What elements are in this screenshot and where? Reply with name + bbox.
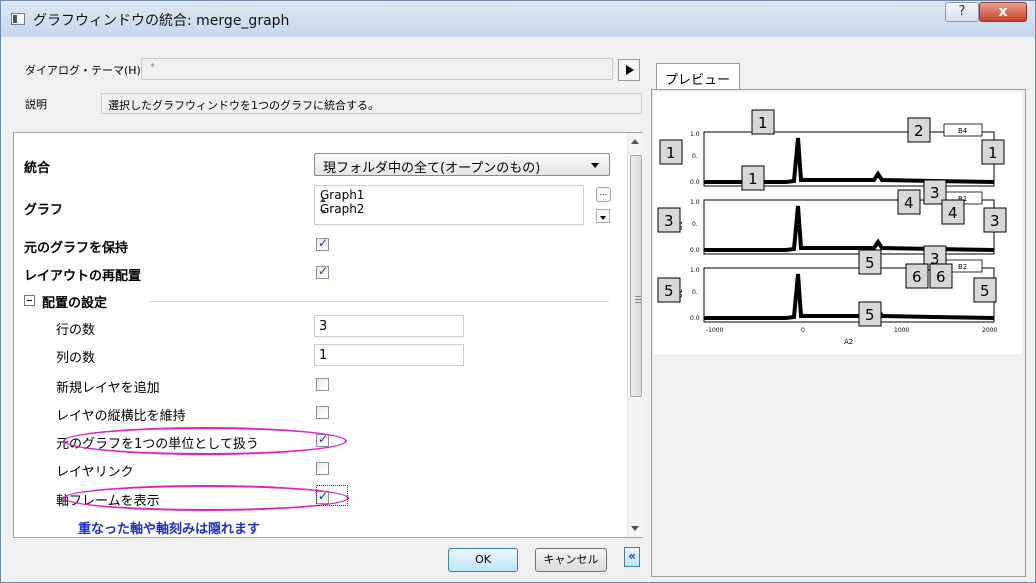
collapse-group-icon[interactable] bbox=[24, 295, 35, 306]
window-title: グラフウィンドウの統合: merge_graph bbox=[33, 13, 290, 29]
layer-marker-label: 5 bbox=[865, 254, 875, 272]
tick-label: 0 bbox=[801, 327, 805, 334]
preview-graph: B41.00.0.0B4B11.00.0.0B1B21.00.0.0B2-100… bbox=[654, 92, 1022, 354]
keep-source-label: 元のグラフを保持 bbox=[24, 241, 129, 256]
ok-button[interactable]: OK bbox=[448, 548, 518, 572]
settings-scrollbar[interactable] bbox=[627, 133, 643, 537]
layer-marker-label: 1 bbox=[666, 144, 676, 162]
frame-note: 重なった軸や軸刻みは隠れます bbox=[78, 522, 261, 537]
tab-preview-label: プレビュー bbox=[665, 73, 731, 88]
layer-marker-label: 1 bbox=[748, 170, 758, 188]
graphs-dropdown-button[interactable] bbox=[596, 209, 610, 223]
layer-marker-label: 3 bbox=[664, 212, 674, 230]
layer-marker-label: 5 bbox=[664, 282, 674, 300]
cols-label: 列の数 bbox=[56, 351, 96, 366]
description-label: 説明 bbox=[25, 98, 47, 111]
theme-menu-button[interactable] bbox=[618, 59, 640, 81]
dialog-window: グラフウィンドウの統合: merge_graph ? x ダイアログ・テーマ(H… bbox=[0, 0, 1036, 583]
merge-dropdown[interactable]: 現フォルダ中の全て(オープンのもの) bbox=[314, 153, 610, 176]
scroll-down-icon[interactable] bbox=[320, 210, 326, 214]
add-layer-label: 新規レイヤを追加 bbox=[56, 381, 160, 396]
browse-graphs-button[interactable]: ... bbox=[596, 187, 611, 202]
tick-label: 0.0 bbox=[690, 247, 700, 254]
layer-marker-label: 2 bbox=[914, 122, 924, 140]
layer-marker-label: 6 bbox=[912, 268, 922, 286]
merge-value: 現フォルダ中の全て(オープンのもの) bbox=[323, 161, 541, 176]
arrangement-group-label: 配置の設定 bbox=[42, 296, 108, 311]
layer-marker-label: 1 bbox=[758, 114, 768, 132]
layer-marker-label: 4 bbox=[948, 204, 958, 222]
layer-marker-label: 3 bbox=[930, 184, 940, 202]
rows-value: 3 bbox=[319, 319, 328, 334]
highlight-ellipse bbox=[63, 485, 349, 511]
legend-label: B4 bbox=[958, 127, 968, 135]
description-field: 選択したグラフウィンドウを1つのグラフに統合する。 bbox=[101, 93, 642, 114]
tick-label: 2000 bbox=[982, 327, 997, 334]
app-icon bbox=[11, 13, 25, 25]
list-item[interactable]: Graph1 bbox=[320, 188, 364, 202]
keep-source-checkbox[interactable] bbox=[316, 236, 329, 251]
scroll-up-icon[interactable] bbox=[320, 198, 326, 202]
help-button[interactable]: ? bbox=[945, 2, 979, 22]
layer-marker-label: 5 bbox=[980, 282, 990, 300]
legend-label: B2 bbox=[958, 263, 967, 271]
tick-label: 0.0 bbox=[690, 315, 700, 322]
cancel-button[interactable]: キャンセル bbox=[535, 548, 607, 572]
scrollbar-thumb[interactable] bbox=[630, 155, 642, 397]
group-divider bbox=[149, 301, 609, 302]
chevron-down-icon bbox=[591, 163, 599, 168]
theme-field[interactable]: * bbox=[141, 58, 613, 80]
rows-input[interactable]: 3 bbox=[314, 315, 464, 337]
scroll-up-icon[interactable] bbox=[631, 139, 639, 144]
rearrange-checkbox[interactable] bbox=[316, 264, 329, 279]
tick-label: 0. bbox=[692, 221, 698, 228]
theme-label: ダイアログ・テーマ(H) bbox=[25, 64, 141, 77]
tab-preview[interactable]: プレビュー bbox=[656, 63, 740, 89]
grip-icon bbox=[635, 296, 641, 303]
graphs-listbox[interactable]: Graph1 Graph2 bbox=[314, 185, 584, 225]
add-layer-checkbox[interactable] bbox=[316, 378, 329, 391]
close-button[interactable]: x bbox=[979, 2, 1027, 22]
preview-pane: B41.00.0.0B4B11.00.0.0B1B21.00.0.0B2-100… bbox=[651, 89, 1026, 577]
title-bar: グラフウィンドウの統合: merge_graph ? x bbox=[1, 1, 1035, 37]
cols-value: 1 bbox=[319, 348, 328, 363]
tick-label: 1.0 bbox=[690, 131, 700, 138]
layer-link-checkbox[interactable] bbox=[316, 462, 329, 475]
layer-marker-label: 3 bbox=[990, 212, 1000, 230]
axis-label: A2 bbox=[844, 338, 853, 346]
tick-label: 0. bbox=[692, 153, 698, 160]
keep-ratio-label: レイヤの縦横比を維持 bbox=[56, 409, 186, 424]
highlight-ellipse bbox=[63, 427, 347, 455]
graphs-label: グラフ bbox=[24, 203, 64, 218]
keep-ratio-checkbox[interactable] bbox=[316, 406, 329, 419]
layer-marker-label: 5 bbox=[865, 306, 875, 324]
layer-marker-label: 4 bbox=[904, 194, 914, 212]
description-value: 選択したグラフウィンドウを1つのグラフに統合する。 bbox=[108, 99, 379, 112]
tick-label: 1000 bbox=[894, 327, 909, 334]
rearrange-label: レイアウトの再配置 bbox=[24, 269, 142, 284]
tick-label: -1000 bbox=[706, 327, 724, 334]
layer-marker-label: 1 bbox=[988, 144, 998, 162]
tick-label: 1.0 bbox=[690, 267, 700, 274]
tick-label: 0.0 bbox=[690, 179, 700, 186]
rows-label: 行の数 bbox=[56, 323, 96, 338]
tick-label: 1.0 bbox=[690, 199, 700, 206]
merge-label: 統合 bbox=[24, 161, 51, 176]
tick-label: 0. bbox=[692, 289, 698, 296]
cols-input[interactable]: 1 bbox=[314, 344, 464, 366]
list-item[interactable]: Graph2 bbox=[320, 202, 364, 216]
layer-marker-label: 6 bbox=[936, 268, 946, 286]
scroll-down-icon[interactable] bbox=[631, 526, 639, 531]
settings-panel: 統合 現フォルダ中の全て(オープンのもの) グラフ Graph1 Graph2 … bbox=[13, 132, 643, 538]
theme-value: * bbox=[150, 62, 155, 73]
collapse-preview-button[interactable]: « bbox=[624, 547, 640, 567]
layer-link-label: レイヤリンク bbox=[56, 465, 134, 480]
focus-indicator bbox=[316, 485, 348, 506]
